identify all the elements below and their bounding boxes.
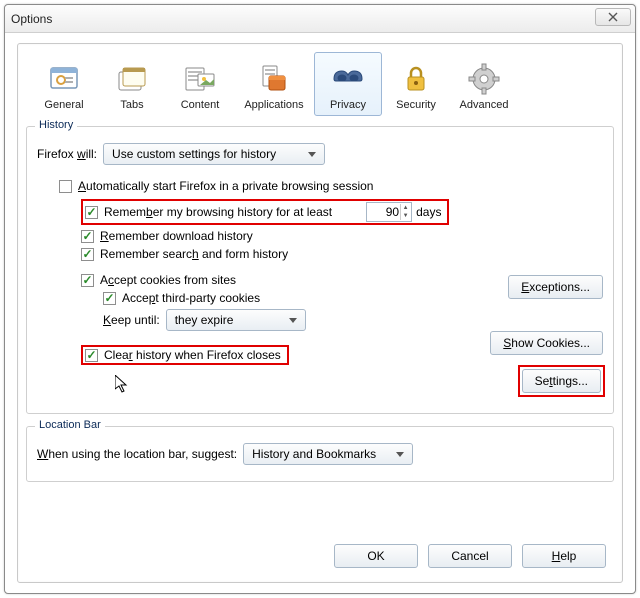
tab-general-label: General — [44, 99, 83, 111]
auto-private-checkbox[interactable] — [59, 180, 72, 193]
clear-on-close-checkbox[interactable]: ✓ — [85, 349, 98, 362]
firefox-will-value: Use custom settings for history — [112, 147, 276, 161]
history-group: History Firefox will: Use custom setting… — [26, 126, 614, 414]
general-icon — [46, 61, 82, 97]
location-bar-value: History and Bookmarks — [252, 447, 376, 461]
remember-download-checkbox[interactable]: ✓ — [81, 230, 94, 243]
remember-browsing-label: Remember my browsing history for at leas… — [104, 205, 332, 219]
tab-content-label: Content — [181, 99, 220, 111]
accept-cookies-checkbox[interactable]: ✓ — [81, 274, 94, 287]
remember-download-label: Remember download history — [100, 229, 253, 243]
advanced-icon — [466, 61, 502, 97]
help-button[interactable]: Help — [522, 544, 606, 568]
tab-advanced[interactable]: Advanced — [450, 52, 518, 116]
days-down[interactable]: ▼ — [400, 212, 410, 220]
location-bar-legend: Location Bar — [35, 419, 105, 431]
firefox-will-select[interactable]: Use custom settings for history — [103, 143, 325, 165]
auto-private-label: Automatically start Firefox in a private… — [78, 179, 373, 193]
tab-advanced-label: Advanced — [460, 99, 509, 111]
days-up[interactable]: ▲ — [400, 204, 410, 212]
settings-button[interactable]: Settings... — [522, 369, 601, 393]
accept-cookies-label: Accept cookies from sites — [100, 273, 236, 287]
window-title: Options — [11, 12, 52, 26]
titlebar: Options — [5, 5, 635, 33]
tab-privacy[interactable]: Privacy — [314, 52, 382, 116]
tab-applications[interactable]: Applications — [234, 52, 314, 116]
location-bar-group: Location Bar When using the location bar… — [26, 426, 614, 482]
clear-on-close-label: Clear history when Firefox closes — [104, 348, 281, 362]
tab-security[interactable]: Security — [382, 52, 450, 116]
tab-general[interactable]: General — [30, 52, 98, 116]
location-bar-select[interactable]: History and Bookmarks — [243, 443, 413, 465]
days-value: 90 — [386, 205, 399, 219]
history-legend: History — [35, 119, 77, 131]
exceptions-button[interactable]: Exceptions... — [508, 275, 603, 299]
remember-search-checkbox[interactable]: ✓ — [81, 248, 94, 261]
content-icon — [182, 61, 218, 97]
tab-content[interactable]: Content — [166, 52, 234, 116]
keep-until-select[interactable]: they expire — [166, 309, 306, 331]
ok-button[interactable]: OK — [334, 544, 418, 568]
keep-until-value: they expire — [175, 313, 234, 327]
category-tabs: General Tabs Content — [26, 50, 614, 116]
cursor-icon — [115, 375, 131, 393]
close-icon — [608, 12, 618, 22]
remember-search-label: Remember search and form history — [100, 247, 288, 261]
show-cookies-button[interactable]: Show Cookies... — [490, 331, 603, 355]
accept-third-checkbox[interactable]: ✓ — [103, 292, 116, 305]
tab-applications-label: Applications — [244, 99, 303, 111]
firefox-will-label: Firefox will: — [37, 147, 97, 161]
cancel-button[interactable]: Cancel — [428, 544, 512, 568]
tab-tabs[interactable]: Tabs — [98, 52, 166, 116]
remember-browsing-checkbox[interactable]: ✓ — [85, 206, 98, 219]
applications-icon — [256, 61, 292, 97]
days-label: days — [416, 205, 441, 219]
security-icon — [398, 61, 434, 97]
tab-security-label: Security — [396, 99, 436, 111]
location-bar-label: When using the location bar, suggest: — [37, 447, 237, 461]
tab-privacy-label: Privacy — [330, 99, 366, 111]
accept-third-label: Accept third-party cookies — [122, 291, 260, 305]
days-input[interactable]: 90 ▲▼ — [366, 202, 412, 222]
tab-tabs-label: Tabs — [120, 99, 143, 111]
tabs-icon — [114, 61, 150, 97]
close-button[interactable] — [595, 8, 631, 26]
privacy-icon — [330, 61, 366, 97]
keep-until-label: Keep until: — [103, 313, 160, 327]
dialog-buttons: OK Cancel Help — [26, 532, 614, 572]
